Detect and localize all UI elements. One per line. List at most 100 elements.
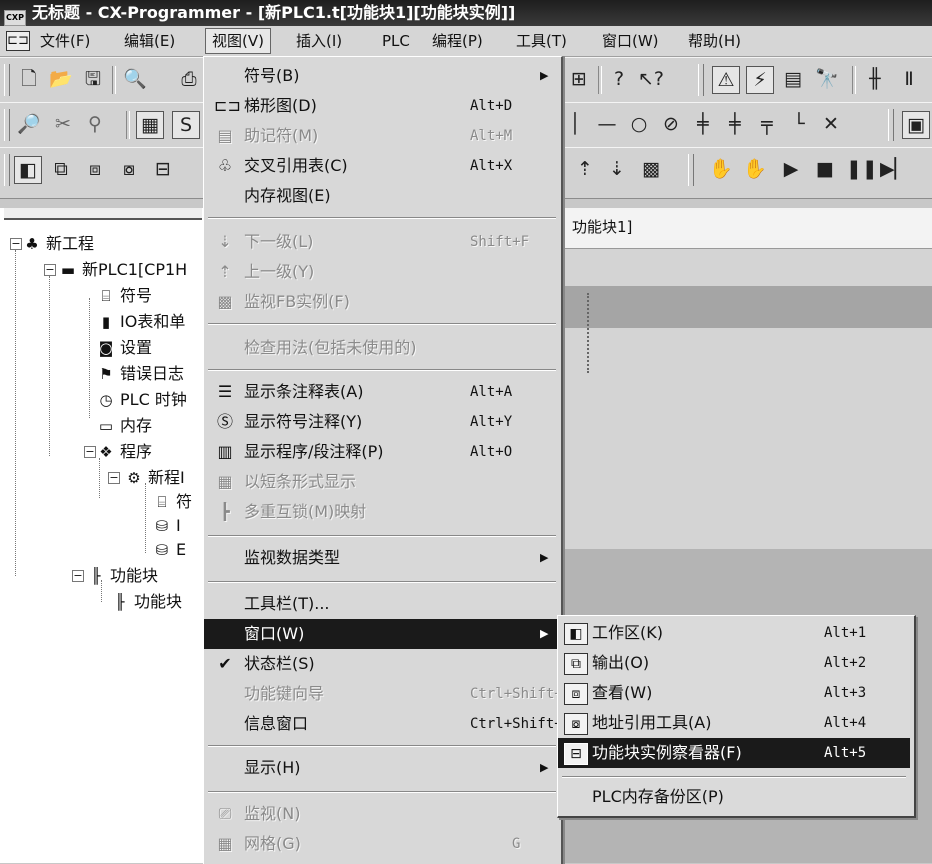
toolbar-grip[interactable] [4,109,10,141]
toolbar-grip[interactable] [888,109,894,141]
tree-item-programs[interactable]: ❖ 程序 [96,440,152,464]
run-icon[interactable]: ▶ [778,156,804,182]
tree-item-section[interactable]: ⛁ I [152,514,181,538]
submenu-item-workspace[interactable]: ◧ 工作区(K) Alt+1 [558,618,910,648]
print-icon[interactable]: ⎙ [176,66,202,92]
menu-item-cross-reference[interactable]: ♧ 交叉引用表(C) Alt+X [204,151,561,181]
expand-toggle[interactable]: − [44,264,56,276]
menu-tools[interactable]: 工具(T) [510,29,573,53]
open-folder-icon[interactable]: 📂 [48,66,74,92]
tree-item-io-table[interactable]: ▮ IO表和单 [96,310,185,334]
vertical-icon[interactable]: │ [562,111,588,137]
menu-item-short-bar[interactable]: ▦ 以短条形式显示 [204,467,561,497]
symbol-table-icon[interactable]: ▤ [780,66,806,92]
menu-item-monitor-fb-instance[interactable]: ▩ 监视FB实例(F) [204,287,561,317]
menu-plc[interactable]: PLC [376,29,416,53]
menu-edit[interactable]: 编辑(E) [118,29,181,53]
menu-item-memory-view[interactable]: 内存视图(E) [204,181,561,211]
tree-item-plc[interactable]: ▬ 新PLC1[CP1H [58,258,187,282]
contact-nc-icon[interactable]: ╪ [722,111,748,137]
menu-item-ladder[interactable]: ⊏⊐ 梯形图(D) Alt+D [204,91,561,121]
submenu-item-address-reference[interactable]: ⧇ 地址引用工具(A) Alt+4 [558,708,910,738]
cut-icon[interactable]: ✂ [50,111,76,137]
tree-item-new-program[interactable]: ⚙ 新程I [124,466,184,490]
menu-item-toolbars[interactable]: 工具栏(T)... [204,589,561,619]
menu-item-check-usage[interactable]: 检查用法(包括未使用的) [204,333,561,363]
menu-item-show-symbol-comments[interactable]: Ⓢ 显示符号注释(Y) Alt+Y [204,407,561,437]
menu-view[interactable]: 视图(V) [205,28,271,54]
menu-window[interactable]: 窗口(W) [596,29,665,53]
submenu-item-fb-instance-viewer[interactable]: ⊟ 功能块实例察看器(F) Alt+5 [558,738,910,768]
grid-icon[interactable]: ▦ [136,111,164,139]
line-icon[interactable]: — [594,111,620,137]
menu-file[interactable]: 文件(F) [34,29,96,53]
menu-item-grid[interactable]: ▦ 网格(G) G [204,829,561,859]
window-icon[interactable]: ▣ [902,111,930,139]
menu-item-symbols[interactable]: 符号(B) ▶ [204,61,561,91]
submenu-item-plc-memory-backup[interactable]: PLC内存备份区(P) [558,782,910,812]
menu-item-display[interactable]: 显示(H) ▶ [204,753,561,783]
submenu-item-watch[interactable]: ⧈ 查看(W) Alt+3 [558,678,910,708]
pause-icon[interactable]: Ⅱ [896,66,922,92]
context-help-icon[interactable]: ↖? [638,66,664,92]
menu-item-show-program-comments[interactable]: ▥ 显示程序/段注释(P) Alt+O [204,437,561,467]
fb-viewer-icon[interactable]: ⊟ [150,156,176,182]
contact-no-icon[interactable]: ╪ [690,111,716,137]
tree-item-plc-clock[interactable]: ◷ PLC 时钟 [96,388,186,412]
tree-item-program-symbols[interactable]: ⌸ 符 [152,490,192,514]
expand-toggle[interactable]: − [84,446,96,458]
ladder-window-icon[interactable]: ⊏⊐ [6,31,30,51]
menu-item-show-rung-comments[interactable]: ☰ 显示条注释表(A) Alt+A [204,377,561,407]
tree-item-function-blocks[interactable]: ╟ 功能块 [86,564,158,588]
watch-icon[interactable]: ⧈ [82,156,108,182]
menu-item-next-level[interactable]: ⇣ 下一级(L) Shift+F [204,227,561,257]
menu-item-monitor-data-type[interactable]: 监视数据类型 ▶ [204,543,561,573]
coil-icon[interactable]: ○ [626,111,652,137]
symbol-icon[interactable]: S [172,111,200,139]
menu-insert[interactable]: 插入(I) [290,29,348,53]
network-icon[interactable]: ⊞ [566,66,592,92]
menu-item-status-bar[interactable]: ✔ 状态栏(S) [204,649,561,679]
binoculars-icon[interactable]: 🔭 [814,66,840,92]
ladder-coil-icon[interactable]: ⚡ [746,66,774,94]
zoom-in-icon[interactable]: ⚲ [82,111,108,137]
tree-item-symbols[interactable]: ⌸ 符号 [96,284,152,308]
expand-toggle[interactable]: − [10,238,22,250]
transfer-icon[interactable]: ✋ [742,156,768,182]
menu-program[interactable]: 编程(P) [426,29,489,53]
submenu-item-output[interactable]: ⧉ 输出(O) Alt+2 [558,648,910,678]
tree-item-end-section[interactable]: ⛁ E [152,538,186,562]
menu-item-mnemonics[interactable]: ▤ 助记符(M) Alt+M [204,121,561,151]
toolbar-grip[interactable] [698,64,704,96]
branch-icon[interactable]: ╤ [754,111,780,137]
editor-tab[interactable]: 功能块1] [562,208,932,249]
tree-item-error-log[interactable]: ⚑ 错误日志 [96,362,184,386]
tree-item-memory[interactable]: ▭ 内存 [96,414,152,438]
toolbar-grip[interactable] [688,154,694,186]
toolbar-grip[interactable] [4,154,10,186]
step-down-icon[interactable]: ⇣ [604,156,630,182]
tree-item-settings[interactable]: ◙ 设置 [96,336,152,360]
zoom-icon[interactable]: 🔎 [16,111,42,137]
save-icon[interactable]: 🖫 [80,66,106,92]
menu-item-window[interactable]: 窗口(W) ▶ [204,619,561,649]
menu-item-function-key-wizard[interactable]: 功能键向导 Ctrl+Shift+F [204,679,571,709]
toolbar-grip[interactable] [4,64,10,96]
help-icon[interactable]: ? [606,66,632,92]
menu-help[interactable]: 帮助(H) [682,29,747,53]
menu-item-interlock-map[interactable]: ┣ 多重互锁(M)映射 [204,497,561,527]
output-icon[interactable]: ⧉ [48,156,74,182]
expand-toggle[interactable]: − [108,472,120,484]
tree-item-function-block-1[interactable]: ╟ 功能块 [110,590,182,614]
new-file-icon[interactable]: 🗋 [16,66,42,92]
menu-item-monitor[interactable]: ⎚ 监视(N) [204,799,561,829]
corner-icon[interactable]: └ [786,111,812,137]
triangle-warning-icon[interactable]: ⚠ [712,66,740,94]
contact-icon[interactable]: ╫ [862,66,888,92]
pause-button-icon[interactable]: ❚❚ [846,156,878,182]
tree-item-project[interactable]: ♣ 新工程 [22,232,94,256]
not-coil-icon[interactable]: ⊘ [658,111,684,137]
step-up-icon[interactable]: ⇡ [572,156,598,182]
print-preview-icon[interactable]: 🔍 [122,66,148,92]
menu-item-info-window[interactable]: 信息窗口 Ctrl+Shift+I [204,709,571,739]
